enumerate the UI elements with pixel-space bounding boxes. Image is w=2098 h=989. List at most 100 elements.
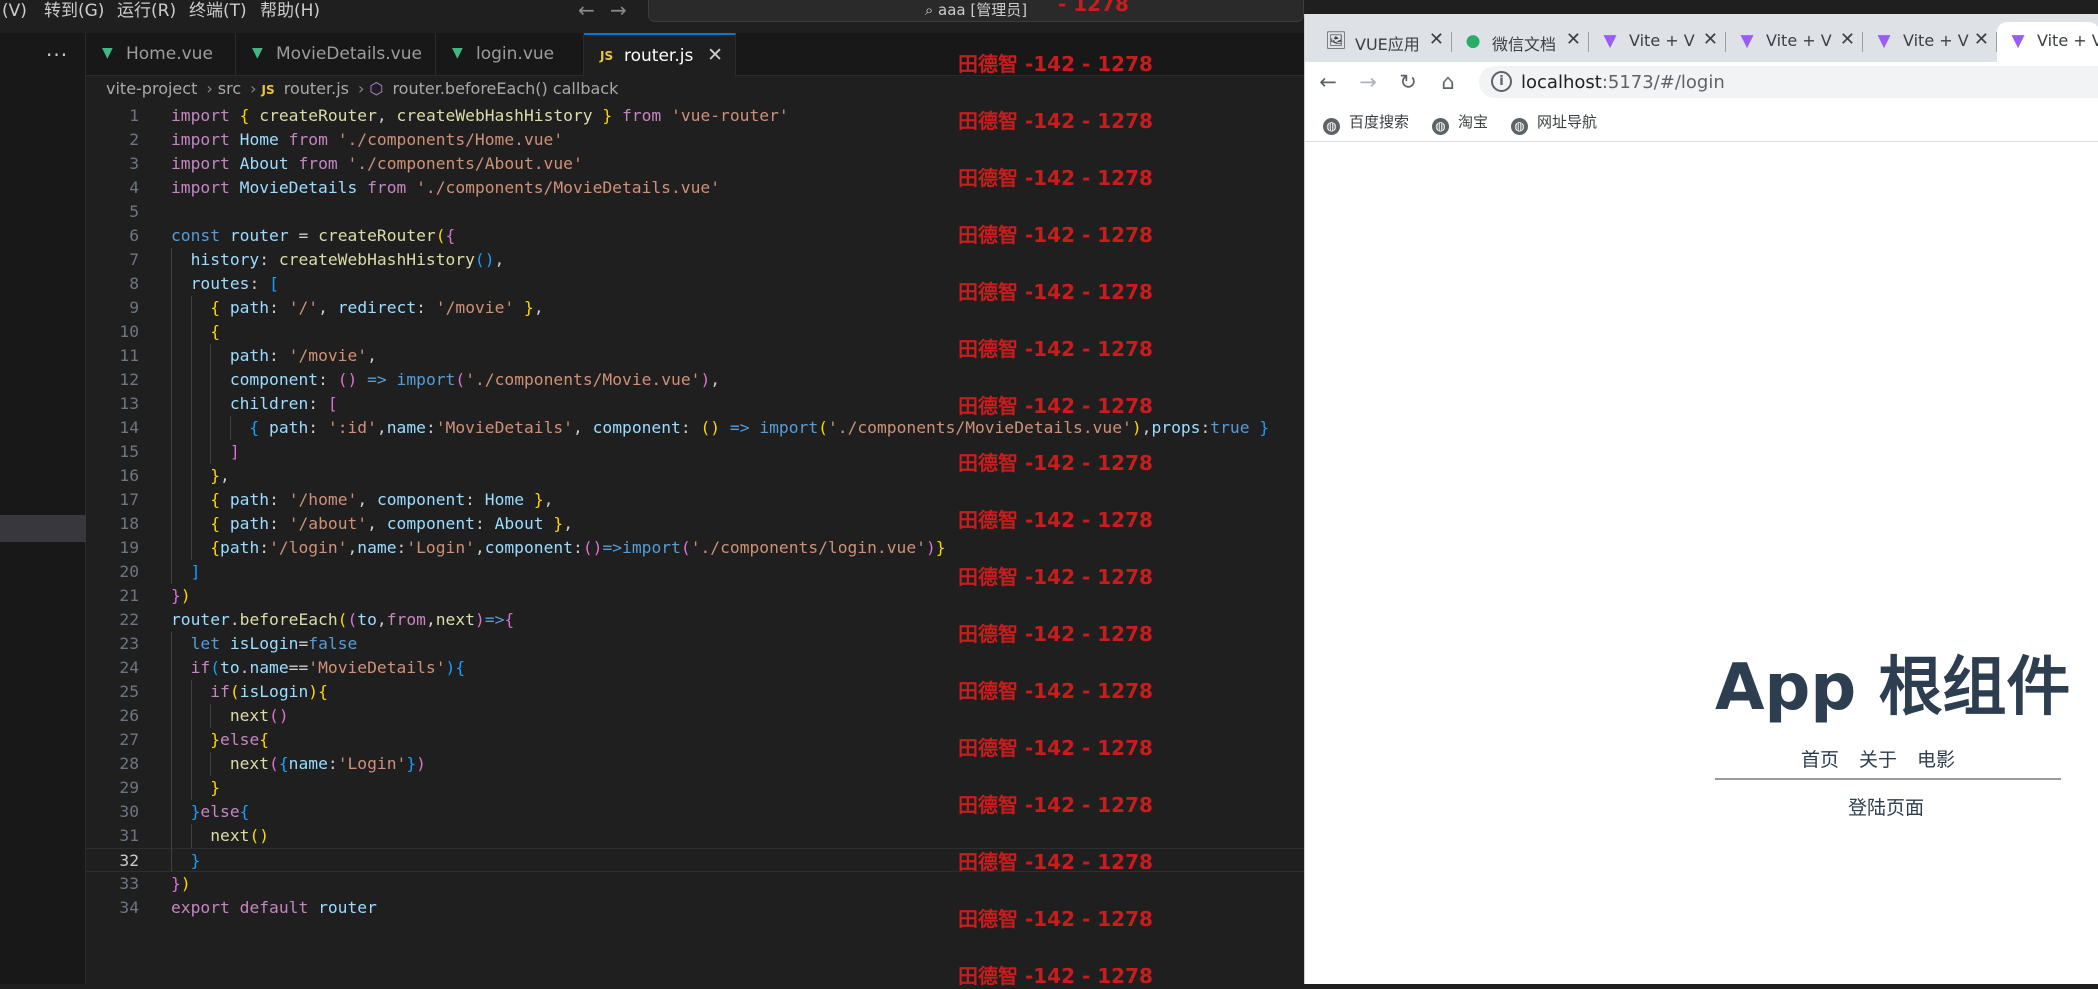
close-icon[interactable]: ✕ (1703, 29, 1718, 50)
browser-tab[interactable]: ▼ Vite + V ✕ (1726, 22, 1863, 62)
code-line[interactable]: 29 } (86, 776, 1304, 800)
code-line[interactable]: 1 import { createRouter, createWebHashHis… (86, 104, 1304, 128)
indent-guide (171, 296, 172, 320)
address-bar[interactable]: i localhost:5173/#/login (1479, 66, 2098, 98)
nav-back-icon[interactable]: ← (578, 0, 595, 22)
code-line[interactable]: 17 { path: '/home', component: Home }, (86, 488, 1304, 512)
bookmark-baidu[interactable]: ◍ 百度搜索 (1323, 111, 1409, 135)
code-text: { path: '/about', component: About }, (210, 514, 574, 533)
code-line[interactable]: 4 import MovieDetails from './components/… (86, 176, 1304, 200)
breadcrumb-symbol[interactable]: router.beforeEach() callback (392, 79, 618, 98)
code-line[interactable]: 7 history: createWebHashHistory(), (86, 248, 1304, 272)
chevron-right-icon: › (206, 79, 213, 98)
line-number: 9 (129, 298, 139, 317)
home-icon[interactable]: ⌂ (1435, 70, 1461, 94)
site-info-icon[interactable]: i (1491, 71, 1512, 92)
close-icon[interactable]: ✕ (1974, 29, 1989, 50)
code-line[interactable]: 21}) (86, 584, 1304, 608)
nav-forward-icon[interactable]: → (610, 0, 627, 22)
code-line[interactable]: 13 children: [ (86, 392, 1304, 416)
code-line[interactable]: 20 ] (86, 560, 1304, 584)
indent-guide (171, 824, 172, 848)
code-line[interactable]: 28 next({name:'Login'}) (86, 752, 1304, 776)
code-line[interactable]: 31 next() (86, 824, 1304, 848)
more-actions-icon[interactable]: ··· (46, 43, 68, 67)
url-path: :5173/#/login (1601, 72, 1725, 93)
code-text: next() (210, 826, 270, 845)
nav-link-movie[interactable]: 电影 (1917, 749, 1955, 771)
breadcrumb-project[interactable]: vite-project (106, 79, 197, 98)
code-line[interactable]: 23 let isLogin=false (86, 632, 1304, 656)
nav-link-home[interactable]: 首页 (1801, 749, 1839, 771)
forward-icon[interactable]: → (1355, 70, 1381, 94)
menu-help[interactable]: 帮助(H) (260, 0, 320, 22)
browser-tab[interactable]: ▼ Vite + V (1997, 22, 2098, 62)
code-text: router.beforeEach((to,from,next)=>{ (171, 610, 515, 629)
tab-home-vue[interactable]: ▼ Home.vue (86, 33, 236, 76)
breadcrumb-folder[interactable]: src (218, 79, 241, 98)
code-line[interactable]: 34 export default router (86, 896, 1304, 920)
code-editor[interactable]: 1 import { createRouter, createWebHashHis… (86, 104, 1304, 984)
code-line[interactable]: 5 (86, 200, 1304, 224)
browser-tab[interactable]: ▼ Vite + V ✕ (1863, 22, 1997, 62)
bookmark-nav[interactable]: ◍ 网址导航 (1511, 111, 1597, 135)
menu-terminal[interactable]: 终端(T) (189, 0, 247, 22)
code-line[interactable]: 26 next() (86, 704, 1304, 728)
browser-tab[interactable]: 🖼 VUE应用 ✕ (1315, 22, 1452, 62)
code-line[interactable]: 6 const router = createRouter({ (86, 224, 1304, 248)
code-line[interactable]: 22 router.beforeEach((to,from,next)=>{ (86, 608, 1304, 632)
chevron-right-icon: › (357, 79, 365, 98)
menu-view[interactable]: (V) (2, 0, 27, 22)
indent-guide (171, 416, 172, 440)
code-line[interactable]: 25 if(isLogin){ (86, 680, 1304, 704)
code-line[interactable]: 12 component: () => import('./components… (86, 368, 1304, 392)
close-icon[interactable]: ✕ (1840, 29, 1855, 50)
reload-icon[interactable]: ↻ (1395, 70, 1421, 94)
code-line[interactable]: 8 routes: [ (86, 272, 1304, 296)
menu-run[interactable]: 运行(R) (117, 0, 176, 22)
indent-guide (190, 416, 192, 440)
code-text: import MovieDetails from './components/M… (171, 178, 720, 197)
bookmark-taobao[interactable]: ◍ 淘宝 (1432, 111, 1488, 135)
code-line[interactable]: 14 { path: ':id',name:'MovieDetails', co… (86, 416, 1304, 440)
indent-guide (190, 368, 192, 392)
line-number: 3 (129, 154, 139, 173)
indent-guide (190, 464, 192, 488)
browser-tab[interactable]: ● 微信文档 ✕ (1452, 22, 1589, 62)
menu-go[interactable]: 转到(G) (44, 0, 104, 22)
browser-tab[interactable]: ▼ Vite + V ✕ (1589, 22, 1726, 62)
code-line[interactable]: 19 {path:'/login',name:'Login',component… (86, 536, 1304, 560)
command-center[interactable]: ⌕ aaa [管理员] (648, 0, 1304, 22)
indent-guide (190, 344, 192, 368)
tab-moviedetails-vue[interactable]: ▼ MovieDetails.vue (236, 33, 436, 76)
indent-guide (171, 488, 172, 512)
code-text: import { createRouter, createWebHashHist… (171, 106, 789, 125)
code-line[interactable]: 11 path: '/movie', (86, 344, 1304, 368)
close-icon[interactable]: ✕ (707, 44, 723, 66)
code-line[interactable]: 30 }else{ (86, 800, 1304, 824)
tab-login-vue[interactable]: ▼ login.vue (436, 33, 584, 76)
code-line[interactable]: 15 ] (86, 440, 1304, 464)
line-number: 29 (119, 778, 139, 797)
app-nav: 首页 关于 电影 (1801, 745, 1975, 772)
divider (1715, 778, 2061, 780)
code-line[interactable]: 24 if(to.name=='MovieDetails'){ (86, 656, 1304, 680)
sidebar-selected-row[interactable] (0, 515, 86, 542)
code-line[interactable]: 16 }, (86, 464, 1304, 488)
breadcrumb-file[interactable]: router.js (284, 79, 349, 98)
back-icon[interactable]: ← (1315, 70, 1341, 94)
tab-router-js[interactable]: JS router.js ✕ (584, 33, 736, 76)
code-line[interactable]: 32 } (86, 848, 1304, 872)
close-icon[interactable]: ✕ (1429, 29, 1444, 50)
code-line[interactable]: 10 { (86, 320, 1304, 344)
close-icon[interactable]: ✕ (1566, 29, 1581, 50)
code-line[interactable]: 18 { path: '/about', component: About }, (86, 512, 1304, 536)
code-line[interactable]: 27 }else{ (86, 728, 1304, 752)
browser-tab-label: Vite + V (1629, 31, 1695, 50)
code-line[interactable]: 3 import About from './components/About.v… (86, 152, 1304, 176)
code-line[interactable]: 33}) (86, 872, 1304, 896)
code-line[interactable]: 9 { path: '/', redirect: '/movie' }, (86, 296, 1304, 320)
line-number: 20 (119, 562, 139, 581)
code-line[interactable]: 2 import Home from './components/Home.vue… (86, 128, 1304, 152)
nav-link-about[interactable]: 关于 (1859, 749, 1897, 771)
